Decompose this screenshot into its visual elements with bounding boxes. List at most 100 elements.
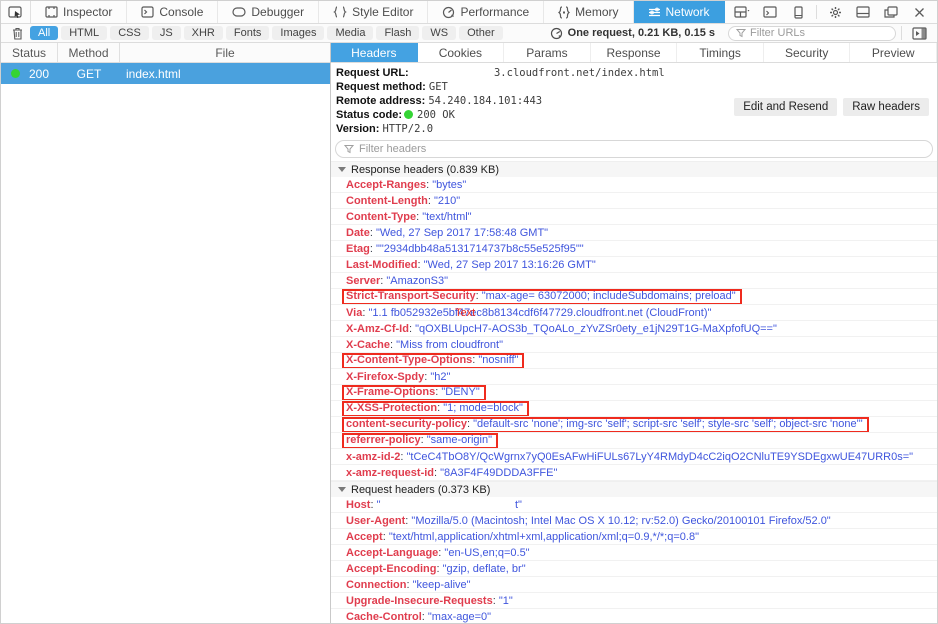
filter-headers-box[interactable] — [335, 140, 933, 158]
red-annotation-box: X-Frame-Options: "DENY" — [342, 385, 486, 401]
performance-analysis-button[interactable]: One request, 0.21 KB, 0.15 s — [550, 27, 715, 40]
tab-timings[interactable]: Timings — [677, 43, 764, 62]
request-method-label: Request method: — [336, 81, 426, 93]
filter-html[interactable]: HTML — [61, 26, 107, 40]
tab-preview[interactable]: Preview — [850, 43, 937, 62]
header-row[interactable]: Upgrade-Insecure-Requests: "1" — [331, 593, 937, 609]
separate-window-button[interactable] — [879, 2, 903, 22]
filter-media[interactable]: Media — [327, 26, 373, 40]
dock-side-button[interactable] — [730, 2, 754, 22]
clear-requests-button[interactable] — [7, 27, 27, 40]
header-row[interactable]: Etag: ""2934dbb48a5131714737b8c55e525f95… — [331, 241, 937, 257]
tab-inspector-label: Inspector — [63, 5, 112, 19]
filter-other[interactable]: Other — [459, 26, 503, 40]
header-row[interactable]: X-Cache: "Miss from cloudfront" — [331, 337, 937, 353]
column-file[interactable]: File — [120, 43, 330, 62]
responsive-mode-button[interactable] — [786, 2, 810, 22]
split-console-button[interactable] — [758, 2, 782, 22]
header-row[interactable]: Accept-Ranges: "bytes" — [331, 177, 937, 193]
devtools-window-controls — [730, 1, 937, 23]
header-row[interactable]: Date: "Wed, 27 Sep 2017 17:58:48 GMT" — [331, 225, 937, 241]
toolbar-separator — [816, 5, 817, 19]
header-row-annotated[interactable]: X-XSS-Protection: "1; mode=block" — [331, 401, 937, 417]
tab-inspector[interactable]: Inspector — [31, 1, 127, 23]
header-row[interactable]: Accept: "text/html,application/xhtml+xml… — [331, 529, 937, 545]
har-panel-toggle-button[interactable] — [907, 23, 931, 43]
dock-bottom-button[interactable] — [851, 2, 875, 22]
settings-gear-button[interactable] — [823, 2, 847, 22]
version-value: HTTP/2.0 — [382, 123, 433, 135]
filter-all[interactable]: All — [30, 26, 58, 40]
tab-network[interactable]: Network — [634, 1, 725, 23]
tab-response[interactable]: Response — [591, 43, 678, 62]
network-icon — [648, 7, 661, 18]
style-editor-icon — [333, 6, 347, 18]
header-row[interactable]: Accept-Language: "en-US,en;q=0.5" — [331, 545, 937, 561]
header-row[interactable]: Content-Length: "210" — [331, 193, 937, 209]
request-url-label: Request URL: — [336, 67, 409, 79]
filter-fonts[interactable]: Fonts — [226, 26, 270, 40]
filter-urls-input[interactable] — [750, 27, 870, 39]
filter-urls-box[interactable] — [728, 26, 896, 41]
header-row-annotated[interactable]: content-security-policy: "default-src 'n… — [331, 417, 937, 433]
header-row[interactable]: x-amz-id-2: "tCeC4TbO8Y/QcWgrnx7yQ0EsAFw… — [331, 449, 937, 465]
tab-headers[interactable]: Headers — [331, 43, 418, 62]
header-row-annotated[interactable]: referrer-policy: "same-origin" — [331, 433, 937, 449]
request-file: index.html — [120, 67, 181, 81]
column-status[interactable]: Status — [1, 43, 58, 62]
request-method-value: GET — [429, 81, 448, 93]
header-row-annotated[interactable]: Strict-Transport-Security: "max-age= 630… — [331, 289, 937, 305]
red-annotation-box: Strict-Transport-Security: "max-age= 630… — [342, 289, 742, 305]
tab-console[interactable]: Console — [127, 1, 218, 23]
raw-headers-button[interactable]: Raw headers — [843, 98, 929, 116]
header-row-annotated[interactable]: X-Frame-Options: "DENY" — [331, 385, 937, 401]
response-headers-label: Response headers (0.839 KB) — [351, 164, 499, 176]
header-row[interactable]: Connection: "keep-alive" — [331, 577, 937, 593]
filter-js[interactable]: JS — [152, 26, 181, 40]
tab-memory[interactable]: Memory — [544, 1, 633, 23]
request-method: GET — [58, 67, 120, 81]
request-row-selected[interactable]: 200 GET index.html — [1, 63, 330, 84]
header-row[interactable]: Cache-Control: "max-age=0" — [331, 609, 937, 623]
header-row[interactable]: X-Amz-Cf-Id: "qOXBLUpcH7-AOS3b_TQoALo_zY… — [331, 321, 937, 337]
filter-headers-input[interactable] — [359, 143, 924, 155]
edit-and-resend-button[interactable]: Edit and Resend — [734, 98, 837, 116]
tab-network-label: Network — [666, 5, 710, 19]
request-list-panel: Status Method File 200 GET index.html — [1, 43, 331, 623]
filter-flash[interactable]: Flash — [376, 26, 419, 40]
response-headers-section[interactable]: Response headers (0.839 KB) — [331, 161, 937, 177]
tab-style-editor[interactable]: Style Editor — [319, 1, 428, 23]
filter-images[interactable]: Images — [272, 26, 324, 40]
header-row[interactable]: Via: "1.1 fb052932e5bf47ec8b8134cdf6f477… — [331, 305, 937, 321]
memory-icon — [558, 6, 570, 19]
tab-style-editor-label: Style Editor — [352, 5, 413, 19]
request-headers-section[interactable]: Request headers (0.373 KB) — [331, 481, 937, 497]
close-icon[interactable] — [907, 2, 931, 22]
devtools-window: Inspector Console Debugger Style Editor … — [0, 0, 938, 624]
column-method[interactable]: Method — [58, 43, 120, 62]
header-row[interactable]: Content-Type: "text/html" — [331, 209, 937, 225]
pick-element-button[interactable] — [1, 1, 31, 23]
red-annotation-box: X-Content-Type-Options: "nosniff" — [342, 353, 524, 369]
status-green-dot — [404, 110, 413, 119]
header-row[interactable]: User-Agent: "Mozilla/5.0 (Macintosh; Int… — [331, 513, 937, 529]
request-summary-block: Request URL: 3.cloudfront.net/index.html… — [331, 65, 937, 138]
tab-memory-label: Memory — [575, 5, 618, 19]
header-row[interactable]: Last-Modified: "Wed, 27 Sep 2017 13:16:2… — [331, 257, 937, 273]
filter-xhr[interactable]: XHR — [184, 26, 223, 40]
filter-ws[interactable]: WS — [422, 26, 456, 40]
filter-css[interactable]: CSS — [110, 26, 149, 40]
header-row-annotated[interactable]: X-Content-Type-Options: "nosniff" — [331, 353, 937, 369]
tab-params[interactable]: Params — [504, 43, 591, 62]
request-summary-text: One request, 0.21 KB, 0.15 s — [568, 27, 715, 39]
header-row[interactable]: Host: " t" — [331, 497, 937, 513]
tab-cookies[interactable]: Cookies — [418, 43, 505, 62]
tab-debugger[interactable]: Debugger — [218, 1, 319, 23]
header-row[interactable]: X-Firefox-Spdy: "h2" — [331, 369, 937, 385]
header-row[interactable]: Server: "AmazonS3" — [331, 273, 937, 289]
header-row[interactable]: x-amz-request-id: "8A3F4F49DDDA3FFE" — [331, 465, 937, 481]
console-icon — [141, 6, 154, 18]
tab-performance[interactable]: Performance — [428, 1, 544, 23]
header-row[interactable]: Accept-Encoding: "gzip, deflate, br" — [331, 561, 937, 577]
tab-security[interactable]: Security — [764, 43, 851, 62]
